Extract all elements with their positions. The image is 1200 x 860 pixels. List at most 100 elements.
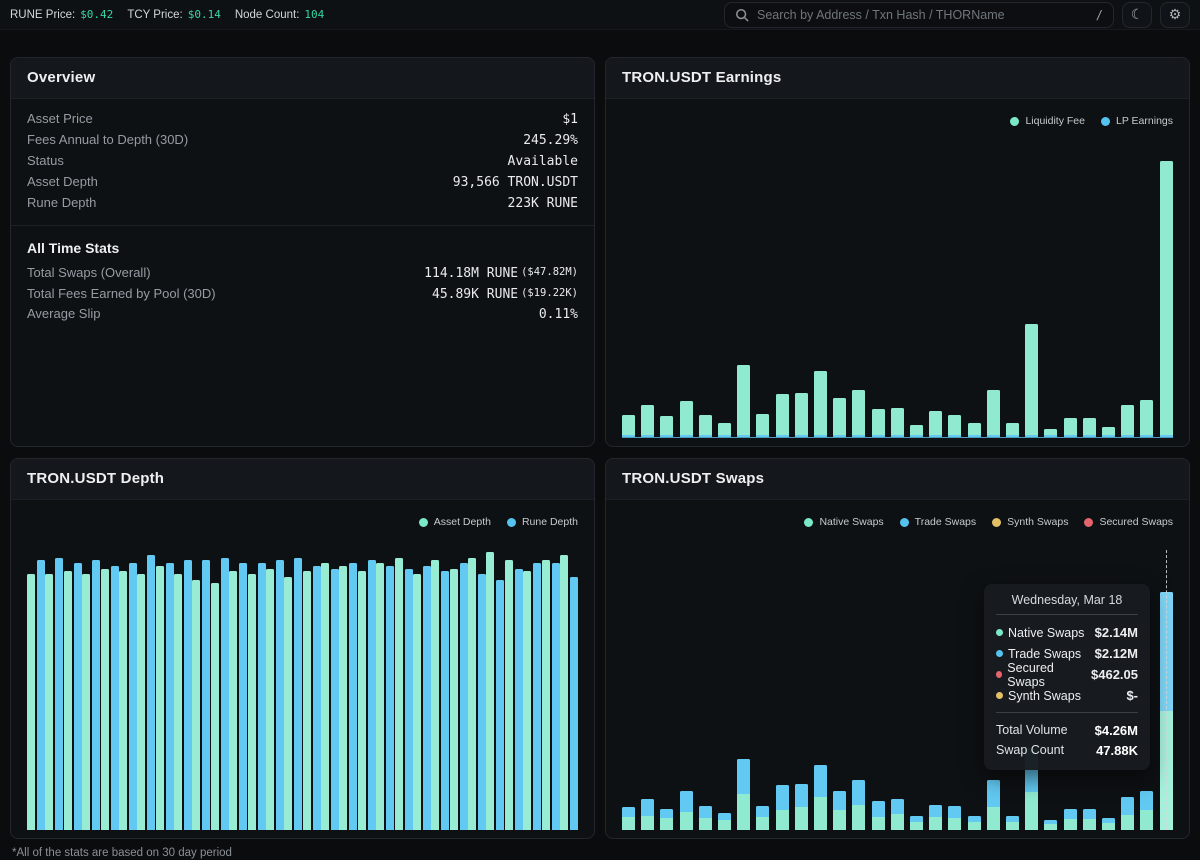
depth-bar-group[interactable] bbox=[156, 563, 174, 830]
swaps-bar[interactable] bbox=[948, 550, 961, 830]
earnings-bar[interactable] bbox=[929, 411, 942, 437]
depth-bar-group[interactable] bbox=[542, 560, 560, 830]
depth-bar-group[interactable] bbox=[339, 563, 357, 830]
swaps-bar[interactable] bbox=[641, 550, 654, 830]
swaps-bar[interactable] bbox=[795, 550, 808, 830]
legend-item-liquidity-fee[interactable]: Liquidity Fee bbox=[1010, 115, 1085, 127]
depth-bar-group[interactable] bbox=[431, 560, 449, 830]
depth-bar-group[interactable] bbox=[266, 560, 284, 830]
earnings-bar[interactable] bbox=[1102, 427, 1115, 437]
swaps-bar[interactable] bbox=[814, 550, 827, 830]
swaps-bar[interactable] bbox=[872, 550, 885, 830]
earnings-bar[interactable] bbox=[1083, 418, 1096, 437]
legend-item-native-swaps[interactable]: Native Swaps bbox=[804, 516, 883, 528]
swaps-bar[interactable] bbox=[718, 550, 731, 830]
depth-bar-group[interactable] bbox=[560, 555, 578, 830]
depth-bar-group[interactable] bbox=[82, 560, 100, 830]
depth-bar-group[interactable] bbox=[303, 566, 321, 830]
earnings-bar[interactable] bbox=[641, 405, 654, 437]
swaps-bar[interactable] bbox=[929, 550, 942, 830]
depth-bar-group[interactable] bbox=[248, 563, 266, 830]
depth-bar-group[interactable] bbox=[486, 552, 504, 830]
swaps-bar[interactable] bbox=[660, 550, 673, 830]
depth-bar-group[interactable] bbox=[358, 560, 376, 830]
swaps-bar[interactable] bbox=[776, 550, 789, 830]
depth-bar-group[interactable] bbox=[468, 558, 486, 830]
depth-bar-group[interactable] bbox=[284, 558, 302, 830]
earnings-bar[interactable] bbox=[987, 390, 1000, 437]
swaps-bar-highlighted[interactable] bbox=[1160, 550, 1173, 830]
depth-bar-group[interactable] bbox=[137, 555, 155, 830]
earnings-bar[interactable] bbox=[910, 425, 923, 437]
depth-bar-group[interactable] bbox=[27, 560, 45, 830]
depth-chart[interactable] bbox=[27, 550, 578, 830]
swaps-bar[interactable] bbox=[737, 550, 750, 830]
legend-item-rune-depth[interactable]: Rune Depth bbox=[507, 516, 578, 528]
legend-item-trade-swaps[interactable]: Trade Swaps bbox=[900, 516, 976, 528]
earnings-bar[interactable] bbox=[1025, 324, 1038, 437]
swaps-bar[interactable] bbox=[910, 550, 923, 830]
earnings-bar[interactable] bbox=[680, 401, 693, 437]
depth-bar-group[interactable] bbox=[101, 566, 119, 830]
swaps-bar[interactable] bbox=[852, 550, 865, 830]
rune-depth-bar bbox=[92, 560, 100, 830]
trade-swaps-segment bbox=[776, 785, 789, 810]
earnings-bar[interactable] bbox=[852, 390, 865, 437]
depth-bar-group[interactable] bbox=[523, 563, 541, 830]
earnings-bar[interactable] bbox=[1160, 161, 1173, 437]
earnings-bar[interactable] bbox=[1121, 405, 1134, 437]
swaps-bar[interactable] bbox=[680, 550, 693, 830]
depth-bar-group[interactable] bbox=[395, 558, 413, 830]
earnings-bar[interactable] bbox=[1006, 423, 1019, 437]
earnings-bar[interactable] bbox=[968, 423, 981, 437]
earnings-bar[interactable] bbox=[795, 393, 808, 437]
earnings-bar[interactable] bbox=[1044, 429, 1057, 437]
settings-button[interactable]: ⚙ bbox=[1160, 2, 1190, 28]
depth-bar-group[interactable] bbox=[376, 563, 394, 830]
depth-bar-group[interactable] bbox=[413, 566, 431, 830]
earnings-bar[interactable] bbox=[622, 415, 635, 437]
depth-bar-group[interactable] bbox=[321, 563, 339, 830]
earnings-bar[interactable] bbox=[756, 414, 769, 437]
legend-item-asset-depth[interactable]: Asset Depth bbox=[419, 516, 491, 528]
earnings-bar[interactable] bbox=[699, 415, 712, 437]
depth-bar-group[interactable] bbox=[505, 560, 523, 830]
earnings-bar[interactable] bbox=[891, 408, 904, 437]
earnings-bar[interactable] bbox=[776, 394, 789, 437]
native-swaps-segment bbox=[699, 818, 712, 830]
rune-depth-bar bbox=[258, 563, 266, 830]
earnings-chart[interactable] bbox=[622, 152, 1173, 438]
earnings-bar[interactable] bbox=[872, 409, 885, 437]
earnings-bar[interactable] bbox=[737, 365, 750, 437]
tooltip-row-synth: Synth Swaps $- bbox=[996, 685, 1138, 706]
earnings-bar[interactable] bbox=[833, 398, 846, 437]
legend-item-secured-swaps[interactable]: Secured Swaps bbox=[1084, 516, 1173, 528]
native-swaps-segment bbox=[622, 817, 635, 830]
earnings-bar[interactable] bbox=[814, 371, 827, 437]
swaps-bar[interactable] bbox=[833, 550, 846, 830]
depth-bar-group[interactable] bbox=[45, 558, 63, 830]
lp-earnings-segment bbox=[795, 435, 808, 437]
swaps-bar[interactable] bbox=[968, 550, 981, 830]
legend-item-synth-swaps[interactable]: Synth Swaps bbox=[992, 516, 1068, 528]
search-input[interactable] bbox=[757, 8, 1088, 22]
swaps-bar[interactable] bbox=[756, 550, 769, 830]
earnings-bar[interactable] bbox=[660, 416, 673, 437]
depth-bar-group[interactable] bbox=[229, 563, 247, 830]
depth-bar-group[interactable] bbox=[211, 558, 229, 830]
earnings-bar[interactable] bbox=[1064, 418, 1077, 437]
earnings-bar[interactable] bbox=[948, 415, 961, 437]
depth-bar-group[interactable] bbox=[192, 560, 210, 830]
swaps-bar[interactable] bbox=[622, 550, 635, 830]
swaps-bar[interactable] bbox=[891, 550, 904, 830]
dark-mode-button[interactable]: ☾ bbox=[1122, 2, 1152, 28]
depth-bar-group[interactable] bbox=[450, 563, 468, 830]
legend-item-lp-earnings[interactable]: LP Earnings bbox=[1101, 115, 1173, 127]
earnings-bar[interactable] bbox=[1140, 400, 1153, 437]
search-bar[interactable]: / bbox=[724, 2, 1114, 28]
swaps-bar[interactable] bbox=[699, 550, 712, 830]
depth-bar-group[interactable] bbox=[174, 560, 192, 830]
depth-bar-group[interactable] bbox=[64, 563, 82, 830]
earnings-bar[interactable] bbox=[718, 423, 731, 437]
depth-bar-group[interactable] bbox=[119, 563, 137, 830]
